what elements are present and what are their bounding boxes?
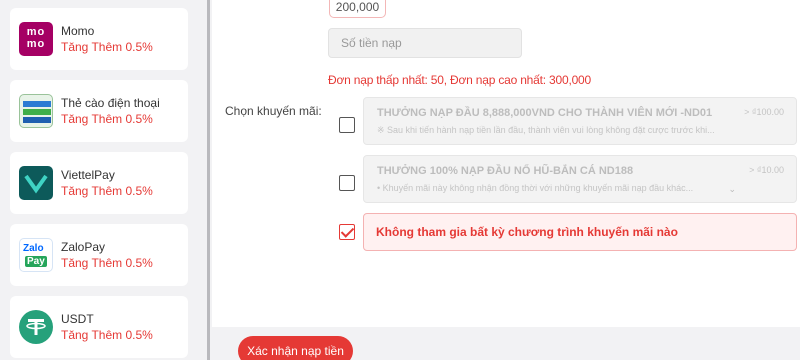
no-promotion-checkbox[interactable] — [339, 224, 355, 240]
amount-option-selected[interactable]: 200,000 — [329, 0, 386, 18]
payment-method-bonus: Tăng Thêm 0.5% — [61, 40, 153, 54]
payment-method-name: ZaloPay — [61, 240, 106, 254]
payment-method-phone-card[interactable]: Thẻ cào điện thoại Tăng Thêm 0.5% — [10, 80, 188, 142]
zalopay-logo-icon: Zalo Pay — [19, 238, 53, 272]
momo-logo-icon: mo mo — [19, 22, 53, 56]
confirm-deposit-button[interactable]: Xác nhận nạp tiền — [238, 336, 353, 360]
promotion-amount: > ₫10.00 — [749, 165, 784, 175]
phone-card-icon — [19, 94, 53, 128]
payment-method-zalopay[interactable]: Zalo Pay ZaloPay Tăng Thêm 0.5% — [10, 224, 188, 286]
no-promotion-option[interactable]: Không tham gia bất kỳ chương trình khuyế… — [363, 213, 797, 251]
deposit-limits-text: Đơn nạp thấp nhất: 50, Đơn nạp cao nhất:… — [328, 73, 592, 87]
payment-method-name: Thẻ cào điện thoại — [61, 96, 160, 110]
usdt-logo-icon — [19, 310, 53, 344]
momo-logo-text: mo mo — [26, 26, 46, 50]
promotion-title: THƯỞNG NẠP ĐẦU 8,888,000VND CHO THÀNH VI… — [377, 107, 713, 119]
promotion-description: ※ Sau khi tiến hành nạp tiền lần đầu, th… — [377, 125, 715, 135]
zalopay-logo-text-bottom: Pay — [25, 256, 47, 267]
promotion-title: THƯỞNG 100% NẠP ĐẦU NỔ HŨ-BẮN CÁ ND188 — [377, 165, 634, 177]
promotion-description: • Khuyến mãi này không nhận đồng thời vớ… — [377, 183, 694, 193]
promotion-checkbox[interactable] — [339, 117, 355, 133]
promotion-amount: > ₫100.00 — [744, 107, 784, 117]
chevron-down-icon[interactable]: ⌄ — [728, 184, 736, 195]
payment-method-bonus: Tăng Thêm 0.5% — [61, 328, 153, 342]
payment-method-bonus: Tăng Thêm 0.5% — [61, 256, 153, 270]
promotion-option[interactable]: THƯỞNG NẠP ĐẦU 8,888,000VND CHO THÀNH VI… — [363, 97, 797, 145]
payment-method-viettelpay[interactable]: ViettelPay Tăng Thêm 0.5% — [10, 152, 188, 214]
zalopay-logo-text-top: Zalo — [23, 243, 44, 254]
promotion-label: Chọn khuyến mãi: — [225, 104, 322, 118]
promotion-checkbox[interactable] — [339, 175, 355, 191]
payment-method-bonus: Tăng Thêm 0.5% — [61, 112, 153, 126]
deposit-amount-input[interactable]: Số tiền nạp — [328, 28, 522, 58]
payment-method-usdt[interactable]: USDT Tăng Thêm 0.5% — [10, 296, 188, 358]
deposit-form: 200,000 Số tiền nạp Đơn nạp thấp nhất: 5… — [212, 0, 800, 327]
promotion-option[interactable]: THƯỞNG 100% NẠP ĐẦU NỔ HŨ-BẮN CÁ ND188 •… — [363, 155, 797, 203]
panel-divider — [207, 0, 210, 360]
payment-method-name: Momo — [61, 24, 95, 38]
payment-method-bonus: Tăng Thêm 0.5% — [61, 184, 153, 198]
viettelpay-logo-icon — [19, 166, 53, 200]
payment-method-name: ViettelPay — [61, 168, 115, 182]
payment-method-momo[interactable]: mo mo Momo Tăng Thêm 0.5% — [10, 8, 188, 70]
payment-method-name: USDT — [61, 312, 94, 326]
payment-method-list: mo mo Momo Tăng Thêm 0.5% Thẻ cào điện t… — [0, 0, 207, 360]
